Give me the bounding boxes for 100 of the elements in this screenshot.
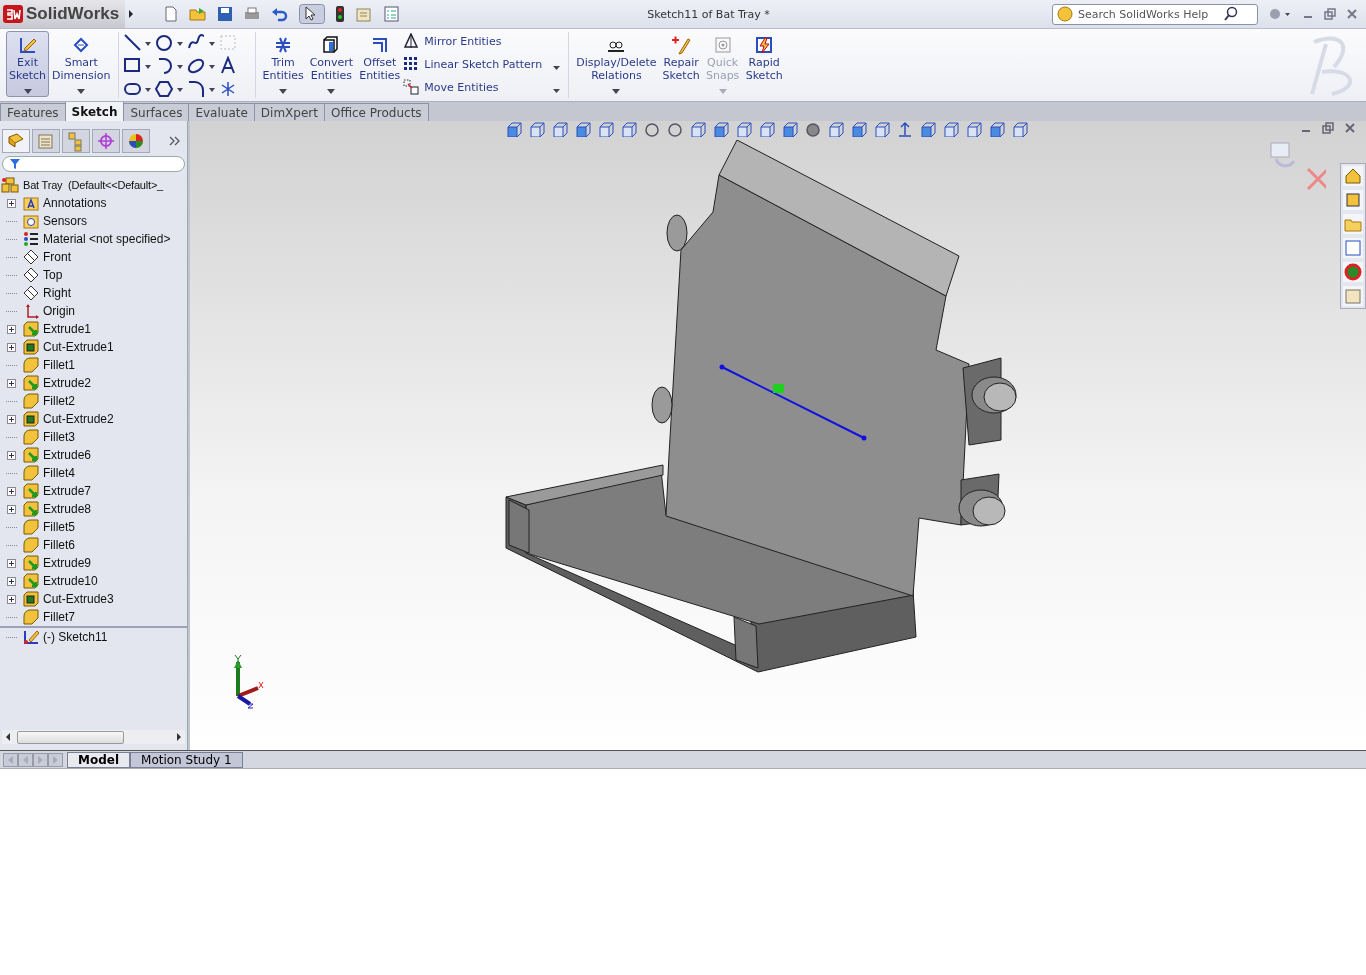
dropdown-arrow-icon[interactable] [327,89,336,94]
tree-item[interactable]: Extrude2 [43,376,92,390]
traffic-light-icon[interactable] [335,5,346,23]
folder-icon[interactable] [189,6,208,22]
tree-item[interactable]: Fillet7 [43,610,75,624]
cube-icon[interactable] [597,121,616,137]
ribbon-list-button[interactable]: Linear Sketch Pattern [403,55,543,73]
scroll-thumb[interactable] [17,730,124,744]
save-icon[interactable] [217,6,234,22]
bottom-tab[interactable]: Model [67,751,131,768]
search-icon[interactable] [1223,6,1239,22]
double-chevron-icon[interactable] [169,136,181,146]
view-icon[interactable] [919,121,938,137]
restore-icon[interactable] [1324,8,1336,20]
view-icon[interactable] [942,121,961,137]
tree-item[interactable]: Extrude1 [43,322,92,336]
ribbon-button[interactable]: Convert Entities [306,31,357,97]
ribbon-list-button[interactable]: Mirror Entities [403,32,543,50]
ribbon-button[interactable]: Display/Delete Relations [573,31,660,97]
tree-item[interactable]: Origin [43,304,75,318]
color-wheel-icon[interactable] [122,129,150,153]
expand-box-icon[interactable] [7,414,16,424]
rotate-icon[interactable] [689,121,708,137]
view-icon[interactable] [735,121,754,137]
polygon-icon[interactable] [154,79,185,99]
zoom-icon[interactable] [643,121,662,137]
ribbon-button[interactable]: Rapid Sketch [742,31,786,97]
tree-item[interactable]: Fillet1 [43,358,75,372]
command-tab[interactable]: Surfaces [123,103,190,121]
tree-item[interactable]: Cut-Extrude3 [43,592,114,606]
cube-icon[interactable] [528,121,547,137]
sphere-icon[interactable] [804,121,823,137]
app-logo[interactable]: SolidWorks [0,0,126,28]
tree-item[interactable]: Extrude9 [43,556,92,570]
fillet-arc-icon[interactable] [186,79,217,99]
undo-icon[interactable] [271,6,290,22]
command-tab[interactable]: Features [0,103,66,121]
close-icon[interactable] [1346,8,1358,20]
scroll-right-icon[interactable] [176,733,182,741]
cube-icon[interactable] [551,121,570,137]
dropdown-arrow-icon[interactable] [553,89,561,93]
tree-item[interactable]: Cut-Extrude1 [43,340,114,354]
ribbon-button[interactable]: Offset Entities [356,31,404,97]
printer-icon[interactable] [243,6,262,22]
crosshair-icon[interactable] [92,129,120,153]
ribbon-button[interactable]: Repair Sketch [659,31,703,97]
expand-box-icon[interactable] [7,450,16,460]
view-icon[interactable] [873,121,892,137]
view-icon[interactable] [850,121,869,137]
appearance-icon[interactable] [1343,262,1363,282]
tree-item[interactable]: Extrude8 [43,502,92,516]
tree-item[interactable]: Extrude10 [43,574,98,588]
cube-icon[interactable] [620,121,639,137]
tree-item[interactable]: Material <not specified> [43,232,171,246]
ribbon-button[interactable]: Trim Entities [259,31,307,97]
tree-item[interactable]: Bat Tray (Default<<Default>_ [23,179,164,191]
tree-item[interactable]: Extrude6 [43,448,92,462]
command-tab[interactable]: Office Products [323,103,429,121]
checklist-icon[interactable] [383,6,402,22]
feature-tree-icon[interactable] [2,129,30,153]
cube-icon[interactable] [505,121,524,137]
expand-box-icon[interactable] [7,198,16,208]
tree-item[interactable]: Top [43,268,63,282]
expand-box-icon[interactable] [7,324,16,334]
expand-box-icon[interactable] [7,504,16,514]
tree-item[interactable]: Fillet5 [43,520,75,534]
ellipse-icon[interactable] [186,56,217,76]
expand-box-icon[interactable] [7,576,16,586]
document-icon[interactable] [163,6,180,22]
ribbon-button[interactable]: Exit Sketch [6,31,50,97]
view-icon[interactable] [1011,121,1030,137]
circle-icon[interactable] [154,33,185,53]
scroll-left-icon[interactable] [5,733,11,741]
clipboard-icon[interactable] [355,6,374,22]
tree-item[interactable]: Cut-Extrude2 [43,412,114,426]
zoom-icon[interactable] [666,121,685,137]
ribbon-button[interactable]: Smart Dimension [49,31,114,97]
view-icon[interactable] [827,121,846,137]
help-menu-icon[interactable] [1270,7,1292,21]
tree-item[interactable]: Sensors [43,214,88,228]
bottom-tab[interactable]: Motion Study 1 [130,751,243,768]
tree-item[interactable]: (-) Sketch11 [43,630,108,644]
expand-box-icon[interactable] [7,342,16,352]
expand-arrow-icon[interactable] [127,9,136,19]
filter-field[interactable] [2,156,185,172]
tree-item[interactable]: Right [43,286,71,300]
tree-item[interactable]: Front [43,250,71,264]
command-tab[interactable]: Evaluate [188,103,255,121]
expand-box-icon[interactable] [7,378,16,388]
parts-icon[interactable] [1343,190,1363,210]
ribbon-list-button[interactable]: Move Entities [403,78,543,96]
dropdown-arrow-icon[interactable] [553,66,561,70]
dropdown-arrow-icon[interactable] [23,89,32,94]
tree-item[interactable]: Annotations [43,196,107,210]
view-icon[interactable] [988,121,1007,137]
tree-item[interactable]: Fillet2 [43,394,75,408]
command-tab[interactable]: DimXpert [253,103,325,121]
search-field[interactable]: Search SolidWorks Help [1076,6,1220,22]
pointer-icon[interactable] [299,4,326,24]
dropdown-arrow-icon[interactable] [279,89,288,94]
